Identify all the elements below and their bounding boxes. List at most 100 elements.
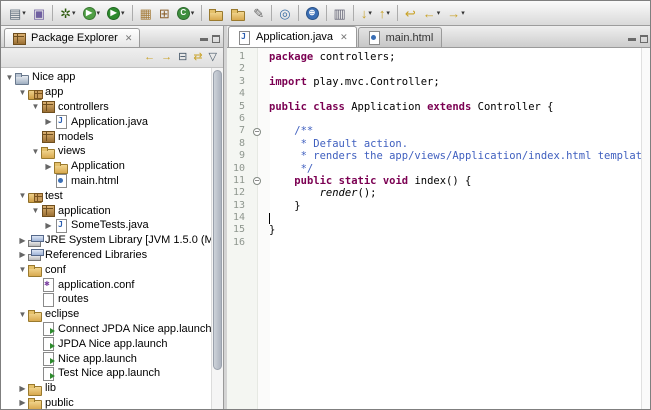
maximize-icon[interactable] <box>640 35 648 43</box>
tree-item-test[interactable]: ▼test <box>1 188 211 203</box>
new-button[interactable]: ▤▾ <box>6 3 29 23</box>
code-line-11[interactable]: 11− public static void index() { <box>227 175 641 187</box>
collapse-arrow-icon[interactable]: ▼ <box>30 102 41 111</box>
expand-arrow-icon[interactable]: ▶ <box>43 117 54 126</box>
minimize-icon[interactable] <box>628 38 636 41</box>
code-line-5[interactable]: 5public class Application extends Contro… <box>227 101 641 113</box>
forward-button[interactable]: →▾ <box>444 3 468 23</box>
run-button[interactable]: ▶▾ <box>104 3 128 23</box>
fold-marker[interactable]: − <box>251 128 263 136</box>
dropdown-arrow-icon[interactable]: ▾ <box>461 9 465 17</box>
collapse-fold-icon[interactable]: − <box>253 128 261 136</box>
fold-marker[interactable]: − <box>251 177 263 185</box>
code-line-12[interactable]: 12 render(); <box>227 187 641 199</box>
close-icon[interactable]: ✕ <box>340 32 348 43</box>
forward-button[interactable]: → <box>161 52 172 63</box>
collapse-arrow-icon[interactable]: ▼ <box>4 73 15 82</box>
tree-item-lib[interactable]: ▶lib <box>1 381 211 396</box>
open-resource-button[interactable] <box>228 3 249 23</box>
minimize-icon[interactable] <box>200 38 208 41</box>
view-menu-button[interactable]: ▽ <box>209 52 217 63</box>
dropdown-arrow-icon[interactable]: ▾ <box>22 9 26 17</box>
code-line-1[interactable]: 1package controllers; <box>227 51 641 63</box>
last-edit-location-button[interactable]: ↩ <box>402 3 419 23</box>
new-java-project-button[interactable]: ▦ <box>137 3 155 23</box>
dropdown-arrow-icon[interactable]: ▾ <box>121 9 125 17</box>
code-line-9[interactable]: 9 * renders the app/views/Application/in… <box>227 150 641 162</box>
tree-scrollbar[interactable] <box>211 68 223 409</box>
dropdown-arrow-icon[interactable]: ▾ <box>191 9 195 17</box>
external-tools-button[interactable]: ✲▾ <box>57 3 78 23</box>
code-line-16[interactable]: 16 <box>227 237 641 249</box>
collapse-all-button[interactable]: ⊟ <box>178 52 187 63</box>
tree-item-views[interactable]: ▼views <box>1 144 211 159</box>
tree-item-nice-app-launch[interactable]: Nice app.launch <box>1 351 211 366</box>
scrollbar-thumb[interactable] <box>213 70 222 370</box>
code-line-7[interactable]: 7− /** <box>227 125 641 137</box>
debug-button[interactable]: ▶▾ <box>80 3 104 23</box>
collapse-arrow-icon[interactable]: ▼ <box>30 206 41 215</box>
code-line-14[interactable]: 14 <box>227 212 641 224</box>
previous-annotation-button[interactable]: ↑▾ <box>376 3 393 23</box>
expand-arrow-icon[interactable]: ▶ <box>17 250 28 259</box>
tree-item-referenced-libraries[interactable]: ▶Referenced Libraries <box>1 248 211 263</box>
tree-item-public[interactable]: ▶public <box>1 396 211 409</box>
code-line-2[interactable]: 2 <box>227 63 641 75</box>
console-button[interactable]: ▥ <box>331 3 349 23</box>
save-button[interactable]: ▣ <box>30 3 48 23</box>
next-annotation-button[interactable]: ↓▾ <box>358 3 375 23</box>
code-line-10[interactable]: 10 */ <box>227 163 641 175</box>
code-line-15[interactable]: 15} <box>227 224 641 236</box>
dropdown-arrow-icon[interactable]: ▾ <box>437 9 441 17</box>
dropdown-arrow-icon[interactable]: ▾ <box>72 9 76 17</box>
expand-arrow-icon[interactable]: ▶ <box>17 384 28 393</box>
back-button[interactable]: ←▾ <box>420 3 444 23</box>
new-package-button[interactable]: ⊞ <box>156 3 173 23</box>
collapse-arrow-icon[interactable]: ▼ <box>17 310 28 319</box>
tree-item-eclipse[interactable]: ▼eclipse <box>1 307 211 322</box>
expand-arrow-icon[interactable]: ▶ <box>43 162 54 171</box>
tree-item-application-conf[interactable]: application.conf <box>1 277 211 292</box>
editor-tab-application-java[interactable]: Application.java✕ <box>228 26 357 47</box>
collapse-arrow-icon[interactable]: ▼ <box>30 147 41 156</box>
overview-ruler[interactable] <box>641 48 650 409</box>
tree-item-nice-app[interactable]: ▼Nice app <box>1 70 211 85</box>
web-browser-button[interactable]: ⊕ <box>303 3 322 23</box>
tree-item-controllers[interactable]: ▼controllers <box>1 100 211 115</box>
close-icon[interactable]: ✕ <box>125 33 133 44</box>
tree-item-application[interactable]: ▶Application <box>1 159 211 174</box>
code-line-3[interactable]: 3import play.mvc.Controller; <box>227 76 641 88</box>
tree-item-sometests-java[interactable]: ▶SomeTests.java <box>1 218 211 233</box>
collapse-arrow-icon[interactable]: ▼ <box>17 88 28 97</box>
expand-arrow-icon[interactable]: ▶ <box>17 236 28 245</box>
back-button[interactable]: ← <box>144 52 155 63</box>
search-button[interactable]: ◎ <box>276 3 293 23</box>
tree-item-routes[interactable]: routes <box>1 292 211 307</box>
collapse-fold-icon[interactable]: − <box>253 177 261 185</box>
code-line-6[interactable]: 6 <box>227 113 641 125</box>
tree-item-test-nice-app-launch[interactable]: Test Nice app.launch <box>1 366 211 381</box>
code-line-8[interactable]: 8 * Default action. <box>227 138 641 150</box>
tree-item-models[interactable]: models <box>1 129 211 144</box>
tree-item-jpda-nice-app-launch[interactable]: JPDA Nice app.launch <box>1 336 211 351</box>
collapse-arrow-icon[interactable]: ▼ <box>17 191 28 200</box>
dropdown-arrow-icon[interactable]: ▾ <box>386 9 390 17</box>
tree-item-connect-jpda-nice-app-launch[interactable]: Connect JPDA Nice app.launch <box>1 322 211 337</box>
package-explorer-tab[interactable]: Package Explorer ✕ <box>4 28 140 47</box>
code-lines[interactable]: 1package controllers;23import play.mvc.C… <box>227 48 641 409</box>
dropdown-arrow-icon[interactable]: ▾ <box>368 9 372 17</box>
new-class-button[interactable]: C▾ <box>174 3 198 23</box>
tree-item-main-html[interactable]: main.html <box>1 174 211 189</box>
link-with-editor-button[interactable]: ⇄ <box>193 52 202 63</box>
tree-item-conf[interactable]: ▼conf <box>1 262 211 277</box>
editor-tab-main-html[interactable]: main.html <box>358 27 443 47</box>
expand-arrow-icon[interactable]: ▶ <box>17 398 28 407</box>
expand-arrow-icon[interactable]: ▶ <box>43 221 54 230</box>
tree-item-jre-system-library-jvm-1-5-0-mac[interactable]: ▶JRE System Library [JVM 1.5.0 (Mac <box>1 233 211 248</box>
tree-item-application[interactable]: ▼application <box>1 203 211 218</box>
edit-task-button[interactable]: ✎ <box>250 3 267 23</box>
code-line-13[interactable]: 13 } <box>227 200 641 212</box>
tree-item-application-java[interactable]: ▶Application.java <box>1 114 211 129</box>
code-line-4[interactable]: 4 <box>227 88 641 100</box>
collapse-arrow-icon[interactable]: ▼ <box>17 265 28 274</box>
